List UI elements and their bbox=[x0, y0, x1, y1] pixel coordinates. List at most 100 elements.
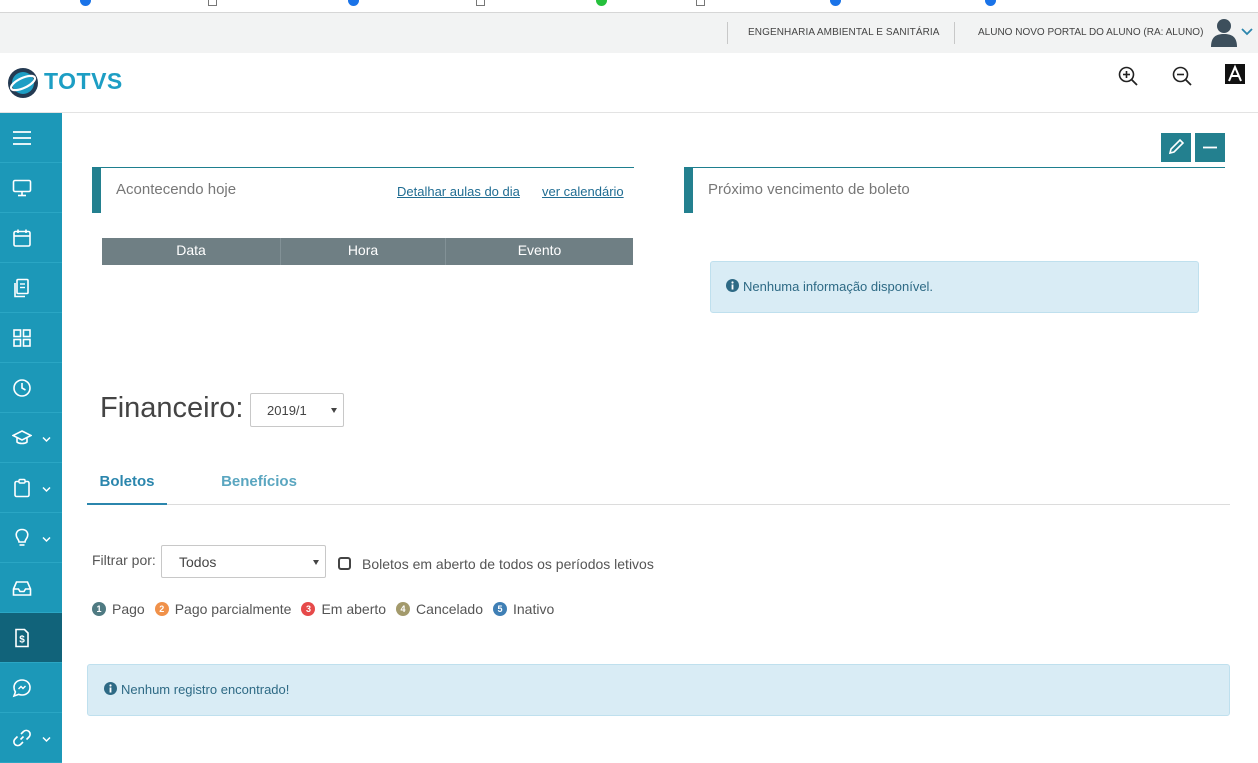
totvs-logo-icon[interactable] bbox=[7, 67, 39, 99]
column-header-event[interactable]: Evento bbox=[446, 238, 633, 265]
legend-label: Pago parcialmente bbox=[174, 601, 292, 617]
bookmark-icon bbox=[696, 0, 705, 6]
status-badge: 3 bbox=[301, 602, 316, 616]
status-badge: 4 bbox=[396, 602, 411, 616]
app-header: TOTVS bbox=[0, 53, 1258, 113]
sidebar-item-financial[interactable]: $ bbox=[0, 613, 62, 663]
period-select[interactable]: 2019/1 bbox=[250, 393, 344, 427]
bookmark-icon bbox=[80, 0, 91, 6]
info-icon bbox=[726, 279, 739, 292]
chevron-down-icon[interactable] bbox=[1240, 26, 1254, 38]
boleto-info-message: Nenhuma informação disponível. bbox=[710, 261, 1199, 313]
sidebar-item-links[interactable] bbox=[0, 713, 62, 763]
svg-text:$: $ bbox=[19, 635, 25, 646]
bookmark-icon bbox=[208, 0, 217, 6]
grid-icon bbox=[13, 329, 31, 347]
user-name[interactable]: ALUNO NOVO PORTAL DO ALUNO (RA: ALUNO) bbox=[954, 22, 1203, 44]
status-badge: 5 bbox=[492, 602, 507, 616]
tab-boletos[interactable]: Boletos bbox=[87, 460, 167, 505]
financial-document-icon: $ bbox=[15, 628, 29, 648]
boleto-info-text: Nenhuma informação disponível. bbox=[743, 279, 934, 294]
legend-item-inactive: 5 Inativo bbox=[492, 601, 554, 617]
bookmark-item[interactable] bbox=[208, 0, 221, 6]
legend-label: Pago bbox=[112, 601, 145, 617]
user-avatar-icon[interactable] bbox=[1210, 17, 1238, 47]
sidebar-item-schedule[interactable] bbox=[0, 363, 62, 413]
sidebar-item-dashboard[interactable] bbox=[0, 313, 62, 363]
info-icon bbox=[104, 682, 117, 695]
sidebar: $ bbox=[0, 113, 62, 763]
bookmark-icon bbox=[348, 0, 359, 6]
sidebar-item-messages[interactable] bbox=[0, 663, 62, 713]
calendar-icon bbox=[13, 229, 31, 247]
financial-title: Financeiro: bbox=[100, 392, 244, 424]
lightbulb-icon bbox=[15, 528, 29, 546]
chevron-down-icon bbox=[42, 486, 51, 493]
filter-select-value: Todos bbox=[179, 554, 217, 570]
sidebar-item-menu[interactable] bbox=[0, 113, 62, 163]
zoom-out-icon[interactable] bbox=[1171, 65, 1193, 87]
link-icon bbox=[13, 729, 31, 747]
bookmark-item[interactable] bbox=[830, 0, 845, 6]
filter-select[interactable]: Todos bbox=[161, 545, 326, 578]
bookmark-item[interactable] bbox=[596, 0, 611, 6]
bookmark-icon bbox=[985, 0, 996, 6]
legend-label: Em aberto bbox=[321, 601, 387, 617]
sidebar-item-calendar[interactable] bbox=[0, 213, 62, 263]
bookmark-item[interactable] bbox=[80, 0, 95, 6]
sidebar-item-monitor[interactable] bbox=[0, 163, 62, 213]
chevron-down-icon bbox=[42, 536, 51, 543]
font-contrast-icon[interactable] bbox=[1225, 64, 1245, 84]
legend-item-paid: 1 Pago bbox=[92, 601, 145, 617]
minus-icon bbox=[1203, 146, 1217, 149]
pencil-icon bbox=[1168, 138, 1185, 155]
zoom-in-icon[interactable] bbox=[1117, 65, 1139, 87]
status-badge: 2 bbox=[154, 602, 169, 616]
no-records-message: Nenhum registro encontrado! bbox=[87, 664, 1230, 716]
panel-accent-bar bbox=[92, 168, 101, 213]
tab-beneficios[interactable]: Benefícios bbox=[209, 460, 309, 505]
sidebar-item-academic[interactable] bbox=[0, 413, 62, 463]
details-classes-link[interactable]: Detalhar aulas do dia bbox=[397, 184, 520, 199]
chevron-down-icon bbox=[42, 436, 51, 443]
boleto-panel-title: Próximo vencimento de boleto bbox=[708, 181, 910, 198]
bookmark-icon bbox=[830, 0, 841, 6]
chat-icon bbox=[12, 679, 31, 698]
bookmark-item[interactable] bbox=[476, 0, 489, 6]
menu-icon bbox=[13, 131, 31, 145]
brand-name[interactable]: TOTVS bbox=[44, 68, 123, 95]
legend-item-partially-paid: 2 Pago parcialmente bbox=[154, 601, 292, 617]
legend-item-cancelled: 4 Cancelado bbox=[396, 601, 483, 617]
calendar-link[interactable]: ver calendário bbox=[542, 184, 624, 199]
sidebar-item-clipboard[interactable] bbox=[0, 463, 62, 513]
sidebar-item-ideas[interactable] bbox=[0, 513, 62, 563]
bookmark-item[interactable] bbox=[696, 0, 709, 6]
chevron-down-icon bbox=[331, 408, 337, 413]
financial-tabs: Boletos Benefícios bbox=[87, 460, 1230, 505]
open-boletos-checkbox-label[interactable]: Boletos em aberto de todos os períodos l… bbox=[362, 556, 654, 572]
status-legend: 1 Pago 2 Pago parcialmente 3 Em aberto 4… bbox=[92, 600, 564, 618]
documents-icon bbox=[14, 278, 29, 298]
graduation-cap-icon bbox=[12, 430, 32, 445]
course-name[interactable]: ENGENHARIA AMBIENTAL E SANITÁRIA bbox=[727, 22, 940, 44]
sidebar-item-documents[interactable] bbox=[0, 263, 62, 313]
inbox-icon bbox=[12, 581, 32, 596]
clipboard-icon bbox=[14, 478, 30, 498]
chevron-down-icon bbox=[42, 736, 51, 743]
bookmark-item[interactable] bbox=[985, 0, 1000, 6]
today-panel-header: Acontecendo hoje Detalhar aulas do dia v… bbox=[92, 167, 634, 213]
browser-bookmarks-bar bbox=[0, 0, 1258, 13]
sidebar-item-inbox[interactable] bbox=[0, 563, 62, 613]
minimize-button[interactable] bbox=[1195, 133, 1225, 162]
bookmark-icon bbox=[476, 0, 485, 6]
bookmark-icon bbox=[596, 0, 607, 6]
period-select-value: 2019/1 bbox=[267, 403, 307, 418]
open-boletos-checkbox[interactable] bbox=[338, 557, 351, 570]
column-header-date[interactable]: Data bbox=[102, 238, 281, 265]
chevron-down-icon bbox=[313, 560, 319, 565]
panel-accent-bar bbox=[684, 168, 693, 213]
edit-button[interactable] bbox=[1161, 133, 1191, 162]
bookmark-item[interactable] bbox=[348, 0, 363, 6]
column-header-time[interactable]: Hora bbox=[281, 238, 446, 265]
filter-label: Filtrar por: bbox=[92, 552, 156, 568]
